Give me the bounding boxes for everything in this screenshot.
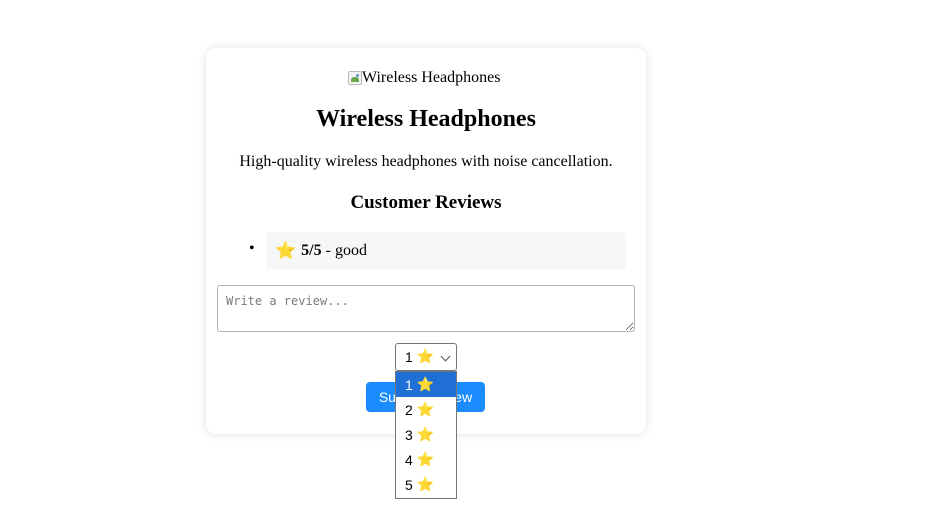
review-textarea[interactable] bbox=[217, 285, 635, 332]
rating-select-value: 1 bbox=[405, 349, 413, 365]
rating-option-value: 3 bbox=[405, 426, 413, 443]
rating-option-value: 1 bbox=[405, 376, 413, 393]
reviews-heading: Customer Reviews bbox=[350, 192, 502, 213]
rating-option-5[interactable]: 5 ⭐ bbox=[396, 472, 456, 497]
product-image-alt: Wireless Headphones bbox=[362, 69, 501, 86]
review-rating: 5/5 bbox=[301, 241, 322, 259]
star-icon: ⭐ bbox=[416, 451, 435, 468]
review-text: - good bbox=[321, 241, 367, 259]
rating-option-3[interactable]: 3 ⭐ bbox=[396, 422, 456, 447]
product-title: Wireless Headphones bbox=[316, 106, 536, 132]
rating-select[interactable]: 1 ⭐ bbox=[395, 343, 457, 371]
rating-option-1[interactable]: 1 ⭐ bbox=[396, 372, 456, 397]
star-icon: ⭐ bbox=[416, 426, 435, 443]
star-icon: ⭐ bbox=[416, 401, 435, 418]
rating-option-value: 2 bbox=[405, 401, 413, 418]
rating-dropdown-list: 1 ⭐ 2 ⭐ 3 ⭐ 4 ⭐ 5 ⭐ bbox=[395, 371, 457, 499]
rating-option-value: 5 bbox=[405, 476, 413, 493]
broken-image-icon bbox=[348, 71, 362, 85]
star-icon: ⭐ bbox=[275, 240, 297, 261]
rating-option-4[interactable]: 4 ⭐ bbox=[396, 447, 456, 472]
star-icon: ⭐ bbox=[416, 476, 435, 493]
rating-option-2[interactable]: 2 ⭐ bbox=[396, 397, 456, 422]
product-image: Wireless Headphones bbox=[348, 68, 500, 88]
review-item: ⭐ 5/5 - good bbox=[266, 232, 626, 269]
rating-option-value: 4 bbox=[405, 451, 413, 468]
product-description: High-quality wireless headphones with no… bbox=[239, 153, 613, 170]
list-bullet: • bbox=[249, 240, 255, 257]
star-icon: ⭐ bbox=[416, 376, 435, 393]
chevron-down-icon bbox=[440, 351, 451, 362]
star-icon: ⭐ bbox=[416, 349, 435, 365]
